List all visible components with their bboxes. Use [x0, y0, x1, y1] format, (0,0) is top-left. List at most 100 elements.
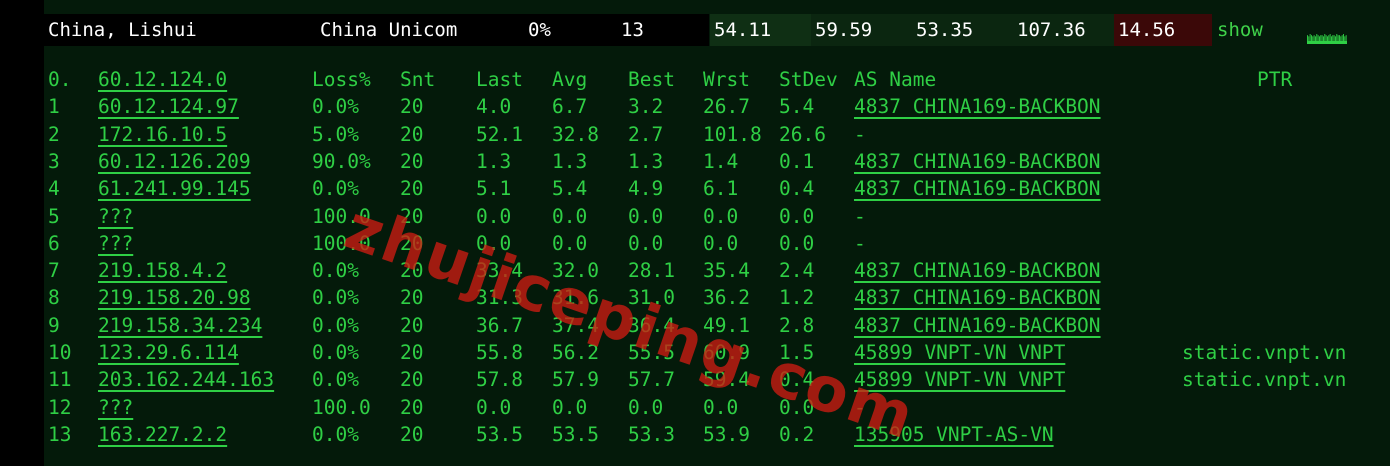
- summary-value-3: 53.35: [916, 19, 974, 41]
- header-stdev: StDev: [779, 68, 838, 91]
- table-header-row: 0. 60.12.124.0 Loss% Snt Last Avg Best W…: [0, 66, 1390, 93]
- hop-number: 8: [48, 286, 60, 310]
- last-value: 31.3: [476, 286, 523, 310]
- host-link[interactable]: 219.158.20.98: [98, 284, 251, 311]
- as-name[interactable]: 4837 CHINA169-BACKBON: [854, 284, 1101, 311]
- stdev-value: 1.2: [779, 286, 815, 310]
- last-value: 55.8: [476, 341, 523, 364]
- wrst-value: 36.2: [703, 286, 750, 310]
- stdev-value: 26.6: [779, 122, 826, 146]
- summary-value-2: 59.59: [815, 19, 873, 41]
- host-link[interactable]: 219.158.4.2: [98, 257, 227, 284]
- wrst-value: 60.9: [703, 341, 750, 364]
- last-value: 0.0: [476, 395, 512, 419]
- last-value: 36.7: [476, 313, 523, 337]
- summary-loss: 0%: [528, 19, 551, 41]
- avg-value: 32.0: [552, 259, 599, 283]
- as-name[interactable]: 4837 CHINA169-BACKBON: [854, 312, 1101, 339]
- table-row: 5??? 100.0 20 0.0 0.0 0.0 0.0 0.0 -: [0, 203, 1390, 230]
- table-row: 10 123.29.6.114 0.0% 20 55.8 56.2 55.5 60.9 1.5 4…: [0, 339, 1390, 366]
- snt-value: 20: [400, 177, 424, 201]
- host-link[interactable]: ???: [98, 230, 133, 257]
- host-link[interactable]: 219.158.34.234: [98, 312, 262, 339]
- header-snt: Snt: [400, 68, 436, 91]
- sparkline-bar: [1309, 34, 1311, 41]
- hop-number: 7: [48, 259, 60, 283]
- best-value: 55.5: [628, 341, 675, 364]
- snt-value: 20: [400, 395, 424, 419]
- as-name[interactable]: 45899 VNPT-VN VNPT: [854, 366, 1065, 393]
- host-link[interactable]: 60.12.124.97: [98, 93, 239, 120]
- host-link[interactable]: 163.227.2.2: [98, 421, 227, 448]
- table-row: 8 219.158.20.98 0.0% 20 31.3 31.6 31.0 36.2 1.2 4…: [0, 284, 1390, 311]
- stdev-value: 0.4: [779, 177, 815, 201]
- stdev-value: 1.5: [779, 341, 815, 364]
- as-name[interactable]: 4837 CHINA169-BACKBON: [854, 257, 1101, 284]
- avg-value: 0.0: [552, 204, 588, 228]
- stdev-value: 0.0: [779, 204, 815, 228]
- hop-number: 1: [48, 95, 60, 119]
- hop-number: 4: [48, 177, 60, 201]
- sparkline-bar: [1324, 34, 1326, 41]
- sparkline-bar: [1313, 35, 1315, 41]
- last-value: 0.0: [476, 231, 512, 255]
- snt-value: 20: [400, 286, 424, 310]
- avg-value: 1.3: [552, 149, 588, 173]
- host-link[interactable]: 172.16.10.5: [98, 121, 227, 148]
- stdev-value: 5.4: [779, 95, 815, 119]
- sparkline-bar: [1332, 35, 1334, 41]
- show-button[interactable]: show: [1217, 14, 1263, 46]
- hop-number: 3: [48, 149, 60, 173]
- table-row: 13 163.227.2.2 0.0% 20 53.5 53.5 53.3 53.9 0.2 13…: [0, 421, 1390, 448]
- loss-value: 100.0: [312, 231, 371, 255]
- ptr-value: static.vnpt.vn: [1182, 368, 1347, 392]
- wrst-value: 101.8: [703, 122, 762, 146]
- loss-value: 90.0%: [312, 149, 371, 173]
- header-host-link[interactable]: 60.12.124.0: [98, 66, 227, 93]
- host-link[interactable]: 61.241.99.145: [98, 175, 251, 202]
- last-value: 5.1: [476, 177, 512, 201]
- last-value: 53.5: [476, 422, 523, 446]
- as-name[interactable]: 4837 CHINA169-BACKBON: [854, 175, 1101, 202]
- header-as-name: AS Name: [854, 68, 937, 91]
- host-link[interactable]: 203.162.244.163: [98, 366, 274, 393]
- sparkline-bar: [1340, 36, 1342, 41]
- snt-value: 20: [400, 204, 424, 228]
- avg-value: 53.5: [552, 422, 599, 446]
- sparkline-bar: [1323, 36, 1324, 41]
- as-name[interactable]: 4837 CHINA169-BACKBON: [854, 148, 1101, 175]
- header-loss: Loss%: [312, 68, 371, 91]
- sparkline-bar: [1335, 36, 1336, 41]
- sparkline-bar: [1331, 36, 1332, 41]
- sparkline-bar: [1344, 36, 1346, 41]
- loss-value: 0.0%: [312, 313, 359, 337]
- sparkline-bar: [1317, 35, 1319, 41]
- as-name[interactable]: 4837 CHINA169-BACKBON: [854, 93, 1101, 120]
- best-value: 2.7: [628, 122, 664, 146]
- table-row: 1 60.12.124.97 0.0% 20 4.0 6.7 3.2 26.7 5.4 4837 …: [0, 93, 1390, 120]
- as-name[interactable]: 45899 VNPT-VN VNPT: [854, 339, 1065, 366]
- sparkline-bar: [1321, 35, 1323, 41]
- avg-value: 57.9: [552, 368, 599, 392]
- avg-value: 31.6: [552, 286, 599, 310]
- table-row: 4 61.241.99.145 0.0% 20 5.1 5.4 4.9 6.1 0.4 4837 …: [0, 175, 1390, 202]
- table-row: 6??? 100.0 20 0.0 0.0 0.0 0.0 0.0 -: [0, 230, 1390, 257]
- as-name[interactable]: 135905 VNPT-AS-VN: [854, 421, 1054, 448]
- host-link[interactable]: ???: [98, 394, 133, 421]
- sparkline-bar: [1336, 34, 1338, 41]
- snt-value: 20: [400, 95, 424, 119]
- stdev-value: 2.8: [779, 313, 815, 337]
- host-link[interactable]: 60.12.126.209: [98, 148, 251, 175]
- wrst-value: 0.0: [703, 231, 739, 255]
- wrst-value: 0.0: [703, 204, 739, 228]
- stdev-value: 0.2: [779, 422, 815, 446]
- ptr-value: static.vnpt.vn: [1182, 341, 1347, 364]
- host-link[interactable]: ???: [98, 203, 133, 230]
- wrst-value: 1.4: [703, 149, 739, 173]
- header-ptr: PTR: [1257, 68, 1293, 91]
- best-value: 53.3: [628, 422, 675, 446]
- host-link[interactable]: 123.29.6.114: [98, 339, 239, 366]
- sparkline-bar: [1343, 34, 1344, 41]
- loss-value: 0.0%: [312, 259, 359, 283]
- summary-row: China, Lishui China Unicom 0% 13 54.11 5…: [44, 14, 1390, 46]
